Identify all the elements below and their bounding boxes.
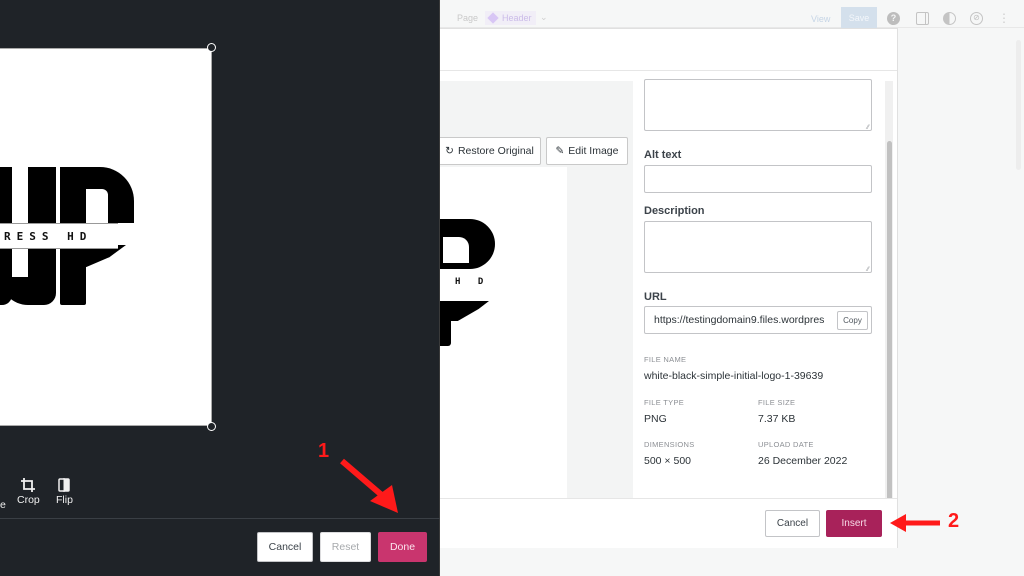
url-label: URL [644, 291, 667, 303]
editor-done-button[interactable]: Done [378, 532, 427, 562]
file-type-label: FILE TYPE [644, 398, 685, 407]
media-modal: H D ↻ Restore Original ✎ Edit Image Alt … [436, 28, 898, 548]
template-selector[interactable]: Header [485, 11, 536, 25]
annotation-arrow-1-icon [340, 458, 398, 513]
upload-date-label: UPLOAD DATE [758, 440, 814, 449]
description-label: Description [644, 205, 705, 217]
editor-cancel-button[interactable]: Cancel [257, 532, 313, 562]
help-icon[interactable]: ? [887, 12, 900, 25]
restore-original-button[interactable]: ↻ Restore Original [438, 137, 541, 165]
restore-icon: ↻ [445, 145, 454, 157]
insert-button[interactable]: Insert [826, 510, 882, 537]
rotate-tool-label-fragment[interactable]: e [0, 499, 6, 511]
file-size-label: FILE SIZE [758, 398, 796, 407]
logo-band: H D [437, 269, 487, 295]
crop-handle-top-right[interactable] [207, 43, 216, 52]
compass-icon[interactable]: ⊘ [970, 12, 983, 25]
copy-url-button[interactable]: Copy [837, 311, 868, 330]
url-value: https://testingdomain9.files.wordpres [654, 314, 825, 326]
logo-band: RESS HD [0, 223, 118, 249]
crop-handle-bottom-right[interactable] [207, 422, 216, 431]
template-label: Header [502, 13, 532, 23]
upload-date-value: 26 December 2022 [758, 455, 848, 467]
editor-scrollbar[interactable] [1016, 40, 1021, 170]
contrast-icon[interactable] [943, 12, 956, 25]
alt-text-label: Alt text [644, 149, 682, 161]
editor-divider [0, 518, 440, 519]
pencil-icon: ✎ [555, 145, 565, 157]
crop-area[interactable]: RESS HD [0, 48, 212, 426]
crop-tool-button[interactable]: Crop [17, 478, 40, 506]
flip-tool-button[interactable]: Flip [56, 478, 73, 506]
crop-icon [21, 478, 36, 492]
more-options-icon[interactable]: ⋮ [998, 12, 1010, 25]
logo-letter-p-counter [443, 237, 469, 263]
annotation-arrow-2-icon [890, 514, 940, 532]
caption-textarea[interactable] [644, 79, 872, 131]
annotation-step-2: 2 [948, 510, 960, 532]
logo-letter-p-counter [86, 189, 108, 223]
file-name-label: FILE NAME [644, 355, 687, 364]
file-name-value: white-black-simple-initial-logo-1-39639 [644, 370, 824, 382]
chevron-down-icon[interactable]: ⌄ [540, 12, 548, 23]
details-scrollbar-thumb[interactable] [887, 141, 892, 503]
save-button[interactable]: Save [841, 7, 877, 28]
dimensions-label: DIMENSIONS [644, 440, 695, 449]
dimensions-value: 500 × 500 [644, 455, 692, 467]
annotation-step-1: 1 [318, 440, 330, 462]
attachment-preview-image: H D [437, 167, 567, 506]
alt-text-input[interactable] [644, 165, 872, 193]
view-button[interactable]: View [811, 14, 830, 24]
editor-canvas-background [898, 36, 1016, 556]
description-textarea[interactable] [644, 221, 872, 273]
sidebar-toggle-icon[interactable] [916, 12, 929, 25]
modal-header [437, 29, 897, 71]
url-input[interactable]: https://testingdomain9.files.wordpres Co… [644, 306, 872, 334]
cancel-button[interactable]: Cancel [765, 510, 820, 537]
page-label: Page [457, 13, 479, 23]
edit-image-button[interactable]: ✎ Edit Image [546, 137, 628, 165]
editor-reset-button[interactable]: Reset [320, 532, 371, 562]
file-size-value: 7.37 KB [758, 413, 796, 425]
template-part-icon [487, 12, 499, 24]
attachment-preview-panel: H D ↻ Restore Original ✎ Edit Image [437, 81, 633, 511]
modal-footer: Cancel Insert [437, 498, 897, 548]
file-type-value: PNG [644, 413, 667, 425]
flip-icon [58, 478, 71, 492]
